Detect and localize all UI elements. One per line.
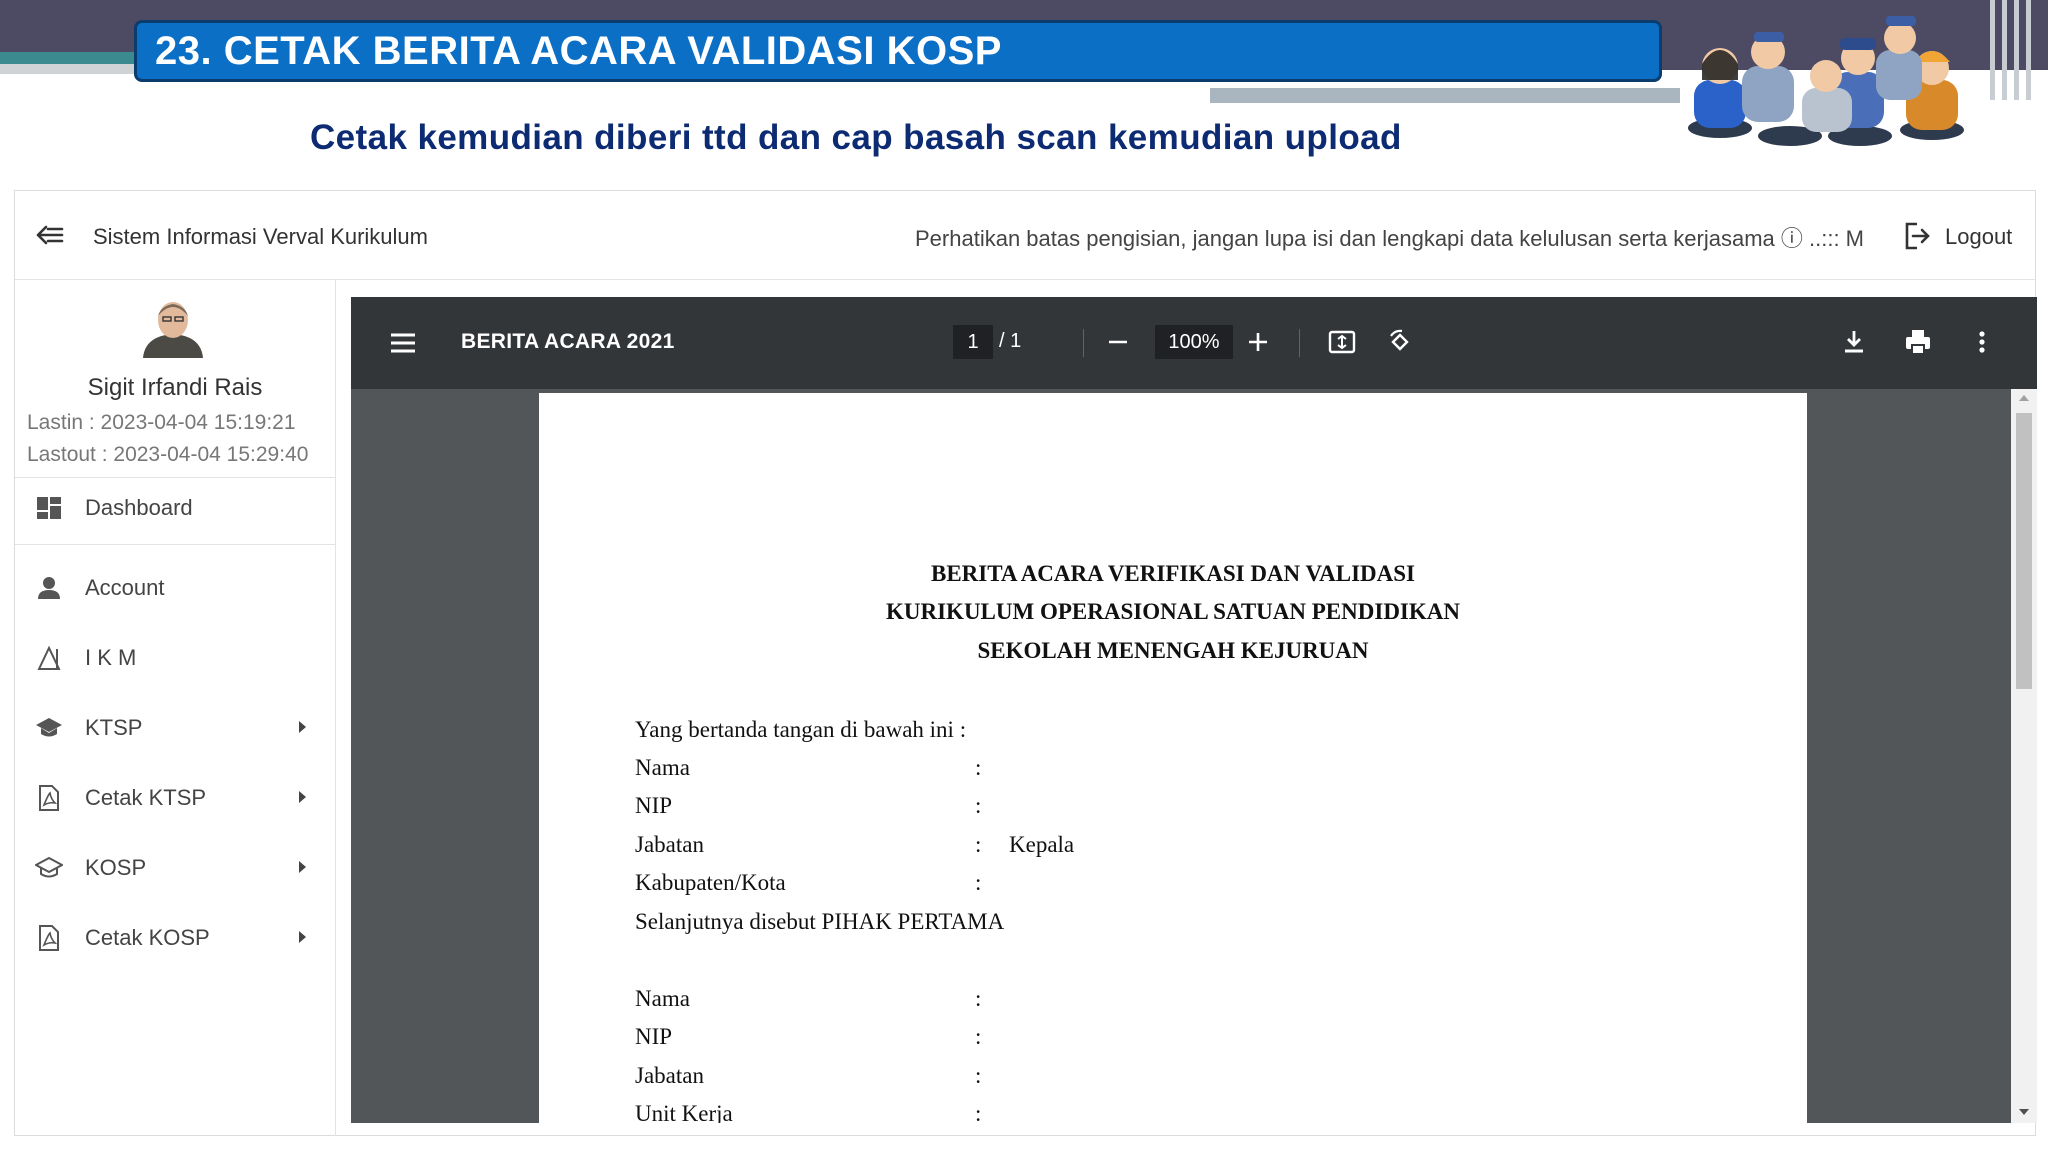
field-label: Jabatan [635,1063,704,1088]
school-outline-icon [35,856,63,878]
menu-icon[interactable] [389,331,417,355]
sidebar: Sigit Irfandi Rais Lastin : 2023-04-04 1… [15,280,336,1136]
field-colon: : [975,986,982,1011]
sidebar-item-label: Cetak KOSP [85,925,210,950]
field-colon: : [975,832,982,857]
scrollbar-thumb[interactable] [2016,413,2032,689]
sidebar-item-label: I K M [85,645,137,670]
back-arrow-icon[interactable] [35,221,65,249]
slide-subtitle: Cetak kemudian diberi ttd dan cap basah … [310,118,1402,157]
field-label: NIP [635,1024,673,1049]
pdf-scrollbar[interactable] [2011,389,2037,1123]
sidebar-item-account[interactable]: Account [15,561,335,615]
fit-page-icon[interactable] [1327,327,1357,357]
field-label: Nama [635,755,690,780]
last-login: Lastin : 2023-04-04 15:19:21 [27,411,296,434]
dashboard-icon [37,497,61,519]
header-stripe [2002,0,2007,100]
app-title: Sistem Informasi Verval Kurikulum [93,224,428,249]
page-number-input[interactable]: 1 [953,325,993,359]
pdf-icon [39,925,59,951]
toolbar-separator [1083,329,1084,357]
header-stripe [2026,0,2031,100]
document-heading: KURIKULUM OPERASIONAL SATUAN PENDIDIKAN [886,599,1460,624]
party-note: Selanjutnya disebut PIHAK PERTAMA [635,909,1005,934]
chevron-right-icon [299,931,306,943]
logout-icon[interactable] [1903,221,1931,251]
download-icon[interactable] [1839,327,1869,357]
ruler-icon [37,645,61,670]
logout-button[interactable]: Logout [1945,224,2012,250]
chevron-right-icon [299,791,306,803]
print-icon[interactable] [1903,327,1933,357]
field-label: Jabatan [635,832,704,857]
field-colon: : [975,755,982,780]
sidebar-item-dashboard[interactable]: Dashboard [15,481,335,535]
app-window: Sistem Informasi Verval Kurikulum Perhat… [14,190,2037,1136]
sidebar-item-label: Account [85,575,165,600]
document-heading: SEKOLAH MENENGAH KEJURUAN [977,638,1369,663]
app-bar: Sistem Informasi Verval Kurikulum Perhat… [15,191,2035,280]
page-total: / 1 [999,330,1022,352]
more-options-icon[interactable] [1967,327,1997,357]
pdf-viewer: BERITA ACARA 2021 1 / 1 100% BERITA ACAR… [351,297,2037,1123]
school-icon [36,718,62,737]
field-value: Kepala [1009,832,1075,857]
field-colon: : [975,793,982,818]
field-colon: : [975,870,982,895]
person-icon [38,577,60,599]
pdf-title: BERITA ACARA 2021 [461,330,675,353]
marquee-notice: Perhatikan batas pengisian, jangan lupa … [915,226,1865,251]
zoom-out-icon[interactable] [1103,327,1133,357]
field-colon: : [975,1101,982,1123]
header-stripe [2014,0,2019,100]
field-label: Unit Kerja [635,1101,733,1123]
sidebar-item-ikm[interactable]: I K M [15,631,335,685]
sidebar-item-label: KOSP [85,855,147,880]
header-stripe [1990,0,1995,100]
slide-title: 23. CETAK BERITA ACARA VALIDASI KOSP [134,20,1662,82]
people-illustration [1688,16,1964,146]
zoom-input[interactable]: 100% [1155,325,1233,359]
zoom-in-icon[interactable] [1243,327,1273,357]
field-colon: : [975,1024,982,1049]
last-logout: Lastout : 2023-04-04 15:29:40 [27,443,309,466]
field-label: Nama [635,986,690,1011]
sidebar-item-ktsp[interactable]: KTSP [15,701,335,755]
sidebar-item-cetak-ktsp[interactable]: Cetak KTSP [15,771,335,825]
document-intro: Yang bertanda tangan di bawah ini : [635,717,967,742]
header-accent-gray [1210,88,1680,103]
sidebar-item-label: Cetak KTSP [85,785,207,810]
chevron-right-icon [299,861,306,873]
pdf-page: BERITA ACARA VERIFIKASI DAN VALIDASI KUR… [539,393,1807,1123]
toolbar-separator [1299,329,1300,357]
document-heading: BERITA ACARA VERIFIKASI DAN VALIDASI [931,561,1415,586]
scroll-up-icon[interactable] [2019,395,2029,401]
divider [15,477,335,478]
scroll-down-icon[interactable] [2019,1109,2029,1115]
field-label: Kabupaten/Kota [635,870,786,895]
field-colon: : [975,1063,982,1088]
user-avatar [143,302,203,358]
user-name: Sigit Irfandi Rais [87,374,263,401]
field-label: NIP [635,793,673,818]
sidebar-item-cetak-kosp[interactable]: Cetak KOSP [15,911,335,965]
sidebar-item-label: Dashboard [85,495,193,520]
sidebar-item-kosp[interactable]: KOSP [15,841,335,895]
sidebar-item-label: KTSP [85,715,143,740]
pdf-toolbar: BERITA ACARA 2021 1 / 1 100% [351,297,2037,389]
pdf-icon [39,785,59,811]
divider [15,544,335,545]
rotate-icon[interactable] [1385,327,1415,357]
chevron-right-icon [299,721,306,733]
